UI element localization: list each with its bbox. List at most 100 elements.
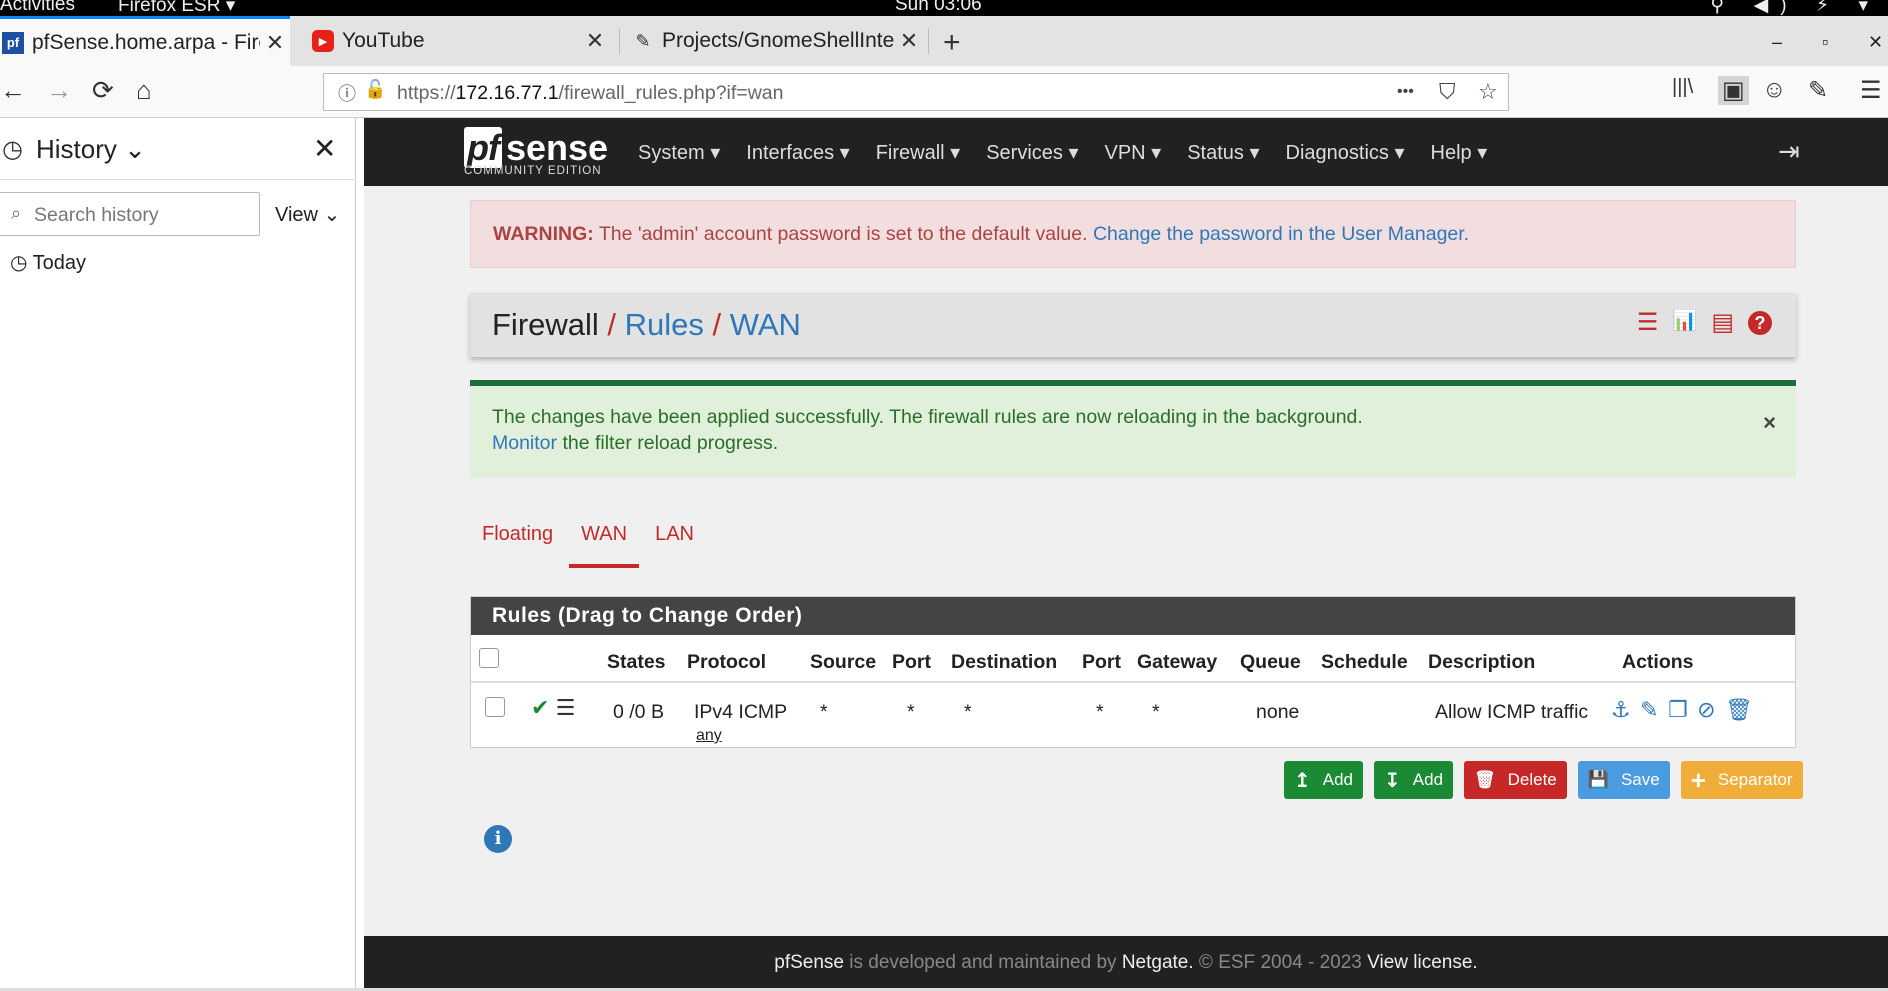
trash-icon: 🗑 bbox=[1474, 770, 1496, 789]
page-content: pf sense COMMUNITY EDITION System ▾ Inter… bbox=[364, 118, 1888, 991]
pocket-icon[interactable]: ⛉ bbox=[1439, 79, 1456, 105]
logout-icon[interactable]: ⇥ bbox=[1778, 136, 1800, 167]
info-icon[interactable]: i bbox=[484, 825, 512, 853]
save-button[interactable]: 💾 Save bbox=[1577, 761, 1670, 799]
separator-button[interactable]: + Separator bbox=[1680, 761, 1803, 799]
alert-line-1: The changes have been applied successful… bbox=[492, 406, 1363, 428]
pfsense-favicon-icon: pf bbox=[2, 31, 24, 54]
tab-pfsense[interactable]: pf pfSense.home.arpa - Fire ✕ bbox=[0, 16, 290, 66]
rule-protocol-sub: any bbox=[696, 727, 722, 744]
sidebar-toggle-icon[interactable]: ▣ bbox=[1718, 76, 1749, 105]
menu-interfaces[interactable]: Interfaces ▾ bbox=[746, 140, 849, 165]
column-header: Source bbox=[810, 651, 877, 673]
close-window-button[interactable]: ✕ bbox=[1868, 32, 1883, 53]
tab-floating[interactable]: Floating bbox=[482, 523, 553, 568]
changes-applied-alert: The changes have been applied successful… bbox=[470, 380, 1796, 478]
hamburger-menu-icon[interactable]: ☰ bbox=[1860, 76, 1882, 105]
close-sidebar-icon[interactable]: ✕ bbox=[313, 132, 336, 165]
tab-title: YouTube bbox=[342, 29, 425, 52]
sliders-icon[interactable]: ☰ bbox=[1637, 311, 1659, 335]
account-icon[interactable]: ☺ bbox=[1762, 76, 1787, 104]
disable-icon[interactable]: ⊘ bbox=[1697, 697, 1715, 722]
search-history-input[interactable]: ⌕ Search history bbox=[0, 192, 260, 236]
breadcrumb-wan-link[interactable]: WAN bbox=[730, 307, 801, 342]
column-header: Destination bbox=[951, 651, 1058, 673]
pfsense-logo[interactable]: pf sense COMMUNITY EDITION bbox=[464, 127, 608, 177]
add-bottom-button[interactable]: ↧ Add bbox=[1374, 761, 1454, 799]
tab-youtube[interactable]: ▶ YouTube ✕ bbox=[310, 16, 610, 66]
edit-pencil-icon[interactable]: ✎ bbox=[1640, 697, 1658, 722]
menu-services[interactable]: Services ▾ bbox=[986, 140, 1078, 165]
rule-description: Allow ICMP traffic bbox=[1435, 701, 1589, 723]
rule-states-link[interactable]: 0 /0 B bbox=[613, 701, 664, 724]
back-arrow-icon[interactable]: ← bbox=[0, 75, 26, 106]
column-header: Queue bbox=[1240, 651, 1301, 673]
youtube-favicon-icon: ▶ bbox=[312, 30, 334, 52]
default-password-warning: WARNING: The 'admin' account password is… bbox=[470, 200, 1796, 268]
insecure-lock-icon[interactable]: 🔓 bbox=[364, 79, 386, 100]
new-tab-button[interactable]: + bbox=[943, 28, 961, 58]
menu-vpn[interactable]: VPN ▾ bbox=[1105, 140, 1162, 165]
trash-icon[interactable]: 🗑 bbox=[1725, 697, 1753, 722]
maximize-button[interactable]: ▫ bbox=[1822, 32, 1828, 53]
activities-button[interactable]: Activities bbox=[0, 0, 75, 16]
url-bar[interactable]: ⓘ 🔓 https://172.16.77.1/firewall_rules.p… bbox=[323, 73, 1509, 111]
tab-separator bbox=[928, 28, 929, 54]
anchor-icon[interactable]: ⚓ bbox=[1611, 697, 1631, 722]
system-tray[interactable]: ⚲ ◀) ⚡ ▾ bbox=[1710, 0, 1880, 17]
menu-help[interactable]: Help ▾ bbox=[1431, 140, 1488, 165]
log-list-icon[interactable]: ▤ bbox=[1711, 311, 1734, 335]
page-actions-icon[interactable]: ••• bbox=[1397, 83, 1414, 101]
sidebar-title-dropdown[interactable]: History ⌄ bbox=[36, 134, 146, 165]
rule-dest-port: * bbox=[1096, 701, 1104, 723]
tab-wan[interactable]: WAN bbox=[569, 523, 640, 568]
menu-diagnostics[interactable]: Diagnostics ▾ bbox=[1286, 140, 1405, 165]
close-tab-icon[interactable]: ✕ bbox=[580, 28, 610, 54]
rule-status-icons[interactable]: ✔ ☰ bbox=[531, 695, 575, 721]
row-select-checkbox[interactable] bbox=[485, 697, 505, 717]
history-sidebar: ◷ History ⌄ ✕ ⌕ Search history View ⌄ ◷ … bbox=[0, 118, 356, 991]
panel-title: Rules (Drag to Change Order) bbox=[471, 597, 1795, 635]
minimize-button[interactable]: – bbox=[1772, 32, 1782, 53]
chart-icon[interactable]: 📊 bbox=[1672, 311, 1697, 335]
rule-gateway: * bbox=[1152, 701, 1160, 723]
add-top-button[interactable]: ↥ Add bbox=[1284, 761, 1364, 799]
view-license-link[interactable]: View license. bbox=[1367, 952, 1478, 973]
clock[interactable]: Sun 03:06 bbox=[895, 0, 982, 16]
tab-lan[interactable]: LAN bbox=[655, 523, 694, 568]
bookmark-star-icon[interactable]: ☆ bbox=[1478, 79, 1498, 105]
history-group-today[interactable]: ◷ Today bbox=[10, 250, 86, 275]
select-all-checkbox[interactable] bbox=[479, 648, 499, 668]
reload-icon[interactable]: ⟳ bbox=[92, 75, 114, 106]
monitor-link[interactable]: Monitor bbox=[492, 432, 557, 454]
breadcrumb-rules-link[interactable]: Rules bbox=[625, 307, 704, 342]
close-tab-icon[interactable]: ✕ bbox=[260, 30, 290, 56]
navigation-toolbar: ← → ⟳ ⌂ ⓘ 🔓 https://172.16.77.1/firewall… bbox=[0, 66, 1888, 118]
copy-icon[interactable]: ❐ bbox=[1668, 697, 1688, 722]
user-manager-link[interactable]: Change the password in the User Manager. bbox=[1093, 223, 1469, 245]
page-info-icon[interactable]: ⓘ bbox=[338, 80, 356, 106]
footer-brand: pfSense bbox=[774, 952, 845, 973]
help-icon[interactable]: ? bbox=[1748, 311, 1772, 335]
column-header: Protocol bbox=[687, 651, 767, 673]
library-icon[interactable]: |||\ bbox=[1672, 76, 1693, 99]
close-tab-icon[interactable]: ✕ bbox=[894, 28, 924, 54]
pfsense-footer: pfSense is developed and maintained by N… bbox=[364, 936, 1888, 991]
menu-system[interactable]: System ▾ bbox=[638, 140, 720, 165]
tab-separator bbox=[619, 28, 620, 54]
rules-panel: Rules (Drag to Change Order) States Prot… bbox=[470, 596, 1796, 748]
menu-status[interactable]: Status ▾ bbox=[1187, 140, 1259, 165]
extension-icon[interactable]: ✎ bbox=[1808, 76, 1828, 105]
home-icon[interactable]: ⌂ bbox=[136, 75, 152, 106]
table-row[interactable]: ✔ ☰ 0 /0 B IPv4 ICMP any * * * * * none … bbox=[471, 683, 1795, 745]
delete-button[interactable]: 🗑 Delete bbox=[1464, 761, 1567, 799]
netgate-link[interactable]: Netgate. bbox=[1122, 952, 1194, 973]
forward-arrow-icon[interactable]: → bbox=[46, 75, 72, 106]
url-text[interactable]: https://172.16.77.1/firewall_rules.php?i… bbox=[397, 82, 783, 105]
app-menu-button[interactable]: Firefox ESR ▾ bbox=[118, 0, 235, 17]
save-icon: 💾 bbox=[1587, 770, 1609, 789]
tab-gnome-projects[interactable]: ✎ Projects/GnomeShellInte ✕ bbox=[630, 16, 924, 66]
view-dropdown-button[interactable]: View ⌄ bbox=[275, 202, 340, 227]
menu-firewall[interactable]: Firewall ▾ bbox=[876, 140, 961, 165]
dismiss-alert-icon[interactable]: × bbox=[1763, 410, 1776, 436]
